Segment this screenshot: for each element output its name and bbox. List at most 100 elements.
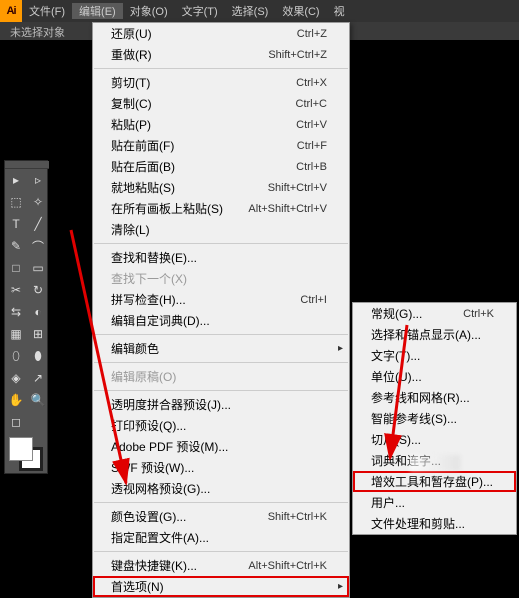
edit-menu-item-label: 编辑自定词典(D)... xyxy=(111,312,210,329)
edit-menu-item-shortcut: Alt+Shift+Ctrl+V xyxy=(248,203,327,215)
edit-menu-item-7[interactable]: 贴在后面(B)Ctrl+B xyxy=(93,156,349,177)
edit-menu-item-9[interactable]: 在所有画板上粘贴(S) Alt+Shift+Ctrl+V xyxy=(93,198,349,219)
tool-9[interactable]: ▭ xyxy=(27,257,49,279)
tool-23[interactable] xyxy=(27,411,49,433)
edit-menu-item-1[interactable]: 重做(R) Shift+Ctrl+Z xyxy=(93,44,349,65)
prefs-menu-item-label: 选择和锚点显示(A)... xyxy=(371,326,481,343)
tool-21[interactable]: 🔍 xyxy=(27,389,49,411)
edit-menu-dropdown: 还原(U)Ctrl+Z重做(R)Shift+Ctrl+Z剪切(T)Ctrl+X复… xyxy=(92,22,350,598)
prefs-menu-item-label: 单位(U)... xyxy=(371,368,422,385)
edit-menu-item-label: 拼写检查(H)... xyxy=(111,291,186,308)
edit-menu-item-label: 打印预设(Q)... xyxy=(111,417,186,434)
edit-menu-item-label: 剪切(T) xyxy=(111,74,150,91)
tool-14[interactable]: ▦ xyxy=(5,323,27,345)
tools-panel: ▸▹⬚✧T╱✎⌒□▭✂↻⇆◐▦⊞⬯⬮◈↗✋🔍◻ xyxy=(4,160,48,474)
edit-menu-item-label: 透明度拼合器预设(J)... xyxy=(111,396,231,413)
edit-menu-item-24[interactable]: SWF 预设(W)... xyxy=(93,457,349,478)
menu-select[interactable]: 选择(S) xyxy=(225,3,276,19)
edit-menu-item-10[interactable]: 清除(L) xyxy=(93,219,349,240)
prefs-menu-item-5[interactable]: 智能参考线(S)... xyxy=(353,408,516,429)
edit-menu-item-label: 指定配置文件(A)... xyxy=(111,529,209,546)
tool-20[interactable]: ✋ xyxy=(5,389,27,411)
edit-menu-item-8[interactable]: 就地粘贴(S) Shift+Ctrl+V xyxy=(93,177,349,198)
edit-menu-item-label: 重做(R) xyxy=(111,46,152,63)
edit-menu-item-30[interactable]: 键盘快捷键(K)...Alt+Shift+Ctrl+K xyxy=(93,555,349,576)
edit-menu-item-shortcut: Shift+Ctrl+V xyxy=(268,182,327,194)
menu-type[interactable]: 文字(T) xyxy=(175,3,225,19)
prefs-menu-item-label: 增效工具和暂存盘(P)... xyxy=(371,473,493,490)
tool-18[interactable]: ◈ xyxy=(5,367,27,389)
edit-menu-item-12[interactable]: 查找和替换(E)... xyxy=(93,247,349,268)
edit-menu-item-label: 在所有画板上粘贴(S) xyxy=(111,200,223,217)
edit-menu-item-label: SWF 预设(W)... xyxy=(111,459,194,476)
prefs-menu-item-0[interactable]: 常规(G)...Ctrl+K xyxy=(353,303,516,324)
edit-menu-item-shortcut: Ctrl+B xyxy=(296,161,327,173)
menu-bar: Ai 文件(F) 编辑(E) 对象(O) 文字(T) 选择(S) 效果(C) 视 xyxy=(0,0,519,22)
prefs-menu-item-label: 文字(T)... xyxy=(371,347,420,364)
menu-view[interactable]: 视 xyxy=(327,3,352,19)
tool-2[interactable]: ⬚ xyxy=(5,191,27,213)
edit-menu-separator xyxy=(94,334,348,335)
edit-menu-item-label: 首选项(N) xyxy=(111,578,164,595)
prefs-menu-item-1[interactable]: 选择和锚点显示(A)... xyxy=(353,324,516,345)
tool-6[interactable]: ✎ xyxy=(5,235,27,257)
edit-menu-item-5[interactable]: 粘贴(P)Ctrl+V xyxy=(93,114,349,135)
edit-menu-separator xyxy=(94,243,348,244)
tool-16[interactable]: ⬯ xyxy=(5,345,27,367)
prefs-menu-item-4[interactable]: 参考线和网格(R)... xyxy=(353,387,516,408)
edit-menu-item-label: 还原(U) xyxy=(111,25,152,42)
prefs-menu-item-3[interactable]: 单位(U)... xyxy=(353,366,516,387)
edit-menu-item-31[interactable]: 首选项(N) xyxy=(93,576,349,597)
tool-13[interactable]: ◐ xyxy=(27,301,49,323)
prefs-menu-item-9[interactable]: 用户... xyxy=(353,492,516,513)
tool-8[interactable]: □ xyxy=(5,257,27,279)
menu-file[interactable]: 文件(F) xyxy=(22,3,72,19)
edit-menu-item-label: 复制(C) xyxy=(111,95,152,112)
edit-menu-item-27[interactable]: 颜色设置(G)...Shift+Ctrl+K xyxy=(93,506,349,527)
tool-5[interactable]: ╱ xyxy=(27,213,49,235)
edit-menu-item-3[interactable]: 剪切(T)Ctrl+X xyxy=(93,72,349,93)
edit-menu-item-28[interactable]: 指定配置文件(A)... xyxy=(93,527,349,548)
tool-17[interactable]: ⬮ xyxy=(27,345,49,367)
blur-overlay xyxy=(410,455,460,471)
tool-12[interactable]: ⇆ xyxy=(5,301,27,323)
edit-menu-item-shortcut: Shift+Ctrl+Z xyxy=(268,49,327,61)
edit-menu-item-19: 编辑原稿(O) xyxy=(93,366,349,387)
edit-menu-item-25[interactable]: 透视网格预设(G)... xyxy=(93,478,349,499)
app-logo: Ai xyxy=(0,0,22,22)
prefs-menu-item-shortcut: Ctrl+K xyxy=(463,308,494,320)
prefs-menu-item-6[interactable]: 切片(S)... xyxy=(353,429,516,450)
tool-15[interactable]: ⊞ xyxy=(27,323,49,345)
edit-menu-item-label: 就地粘贴(S) xyxy=(111,179,175,196)
tool-10[interactable]: ✂ xyxy=(5,279,27,301)
color-swatch[interactable] xyxy=(5,433,49,473)
tools-header[interactable] xyxy=(5,161,49,169)
edit-menu-item-label: 贴在前面(F) xyxy=(111,137,174,154)
prefs-menu-item-8[interactable]: 增效工具和暂存盘(P)... xyxy=(353,471,516,492)
tool-3[interactable]: ✧ xyxy=(27,191,49,213)
tool-7[interactable]: ⌒ xyxy=(27,235,49,257)
edit-menu-item-label: 编辑原稿(O) xyxy=(111,368,176,385)
edit-menu-item-23[interactable]: Adobe PDF 预设(M)... xyxy=(93,436,349,457)
edit-menu-item-15[interactable]: 编辑自定词典(D)... xyxy=(93,310,349,331)
tool-1[interactable]: ▹ xyxy=(27,169,49,191)
menu-edit[interactable]: 编辑(E) xyxy=(72,3,123,19)
prefs-menu-item-10[interactable]: 文件处理和剪贴... xyxy=(353,513,516,534)
edit-menu-item-4[interactable]: 复制(C)Ctrl+C xyxy=(93,93,349,114)
edit-menu-item-label: Adobe PDF 预设(M)... xyxy=(111,438,228,455)
tool-19[interactable]: ↗ xyxy=(27,367,49,389)
edit-menu-item-0[interactable]: 还原(U)Ctrl+Z xyxy=(93,23,349,44)
prefs-menu-item-2[interactable]: 文字(T)... xyxy=(353,345,516,366)
edit-menu-item-22[interactable]: 打印预设(Q)... xyxy=(93,415,349,436)
tool-4[interactable]: T xyxy=(5,213,27,235)
menu-effect[interactable]: 效果(C) xyxy=(275,3,326,19)
edit-menu-item-14[interactable]: 拼写检查(H)...Ctrl+I xyxy=(93,289,349,310)
menu-object[interactable]: 对象(O) xyxy=(123,3,175,19)
tool-22[interactable]: ◻ xyxy=(5,411,27,433)
edit-menu-item-17[interactable]: 编辑颜色 xyxy=(93,338,349,359)
tool-11[interactable]: ↻ xyxy=(27,279,49,301)
edit-menu-item-6[interactable]: 贴在前面(F)Ctrl+F xyxy=(93,135,349,156)
prefs-menu-item-label: 切片(S)... xyxy=(371,431,421,448)
edit-menu-item-21[interactable]: 透明度拼合器预设(J)... xyxy=(93,394,349,415)
tool-0[interactable]: ▸ xyxy=(5,169,27,191)
